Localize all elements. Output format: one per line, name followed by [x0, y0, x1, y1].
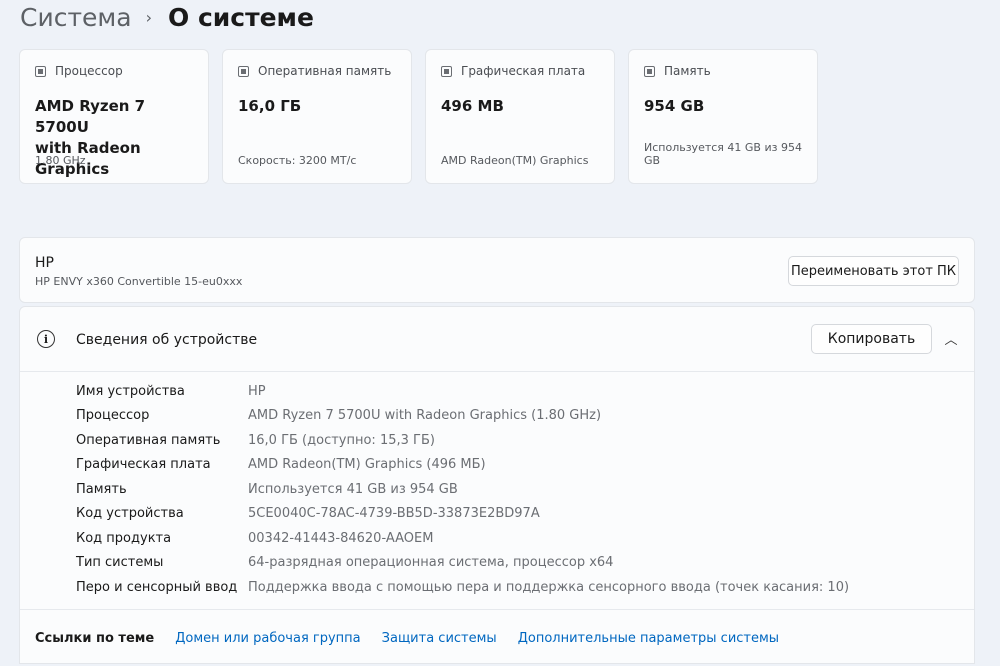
pc-model: HP ENVY x360 Convertible 15-eu0xxx — [35, 275, 243, 288]
card-subtext: Скорость: 3200 МТ/с — [238, 154, 357, 167]
storage-icon — [644, 65, 655, 77]
rename-pc-button[interactable]: Переименовать этот ПК — [788, 256, 959, 286]
spec-row: Имя устройства HP — [76, 379, 849, 404]
spec-row: Код продукта 00342-41443-84620-AAOEM — [76, 526, 849, 551]
spec-row: Тип системы 64-разрядная операционная сис… — [76, 551, 849, 576]
pc-name-panel: HP HP ENVY x360 Convertible 15-eu0xxx Пе… — [19, 237, 975, 303]
spec-key: Память — [76, 481, 127, 497]
spec-row: Процессор AMD Ryzen 7 5700U with Radeon G… — [76, 404, 849, 429]
spec-row: Код устройства 5CE0040C-78AC-4739-BB5D-33… — [76, 502, 849, 527]
info-icon: i — [37, 330, 55, 348]
card-value: 16,0 ГБ — [238, 97, 302, 115]
spec-row: Оперативная память 16,0 ГБ (доступно: 15,… — [76, 428, 849, 453]
spec-key: Оперативная память — [76, 432, 221, 448]
spec-key: Тип системы — [76, 555, 164, 571]
spec-key: Имя устройства — [76, 383, 185, 399]
domain-workgroup-link[interactable]: Домен или рабочая группа — [175, 631, 360, 646]
pc-name: HP — [35, 255, 54, 271]
memory-card: Оперативная память 16,0 ГБ Скорость: 320… — [222, 49, 412, 184]
device-specs-title: Сведения об устройстве — [76, 332, 258, 348]
card-label: Память — [664, 64, 711, 78]
spec-row: Графическая плата AMD Radeon(TM) Graphics… — [76, 453, 849, 478]
advanced-system-settings-link[interactable]: Дополнительные параметры системы — [518, 631, 779, 646]
spec-key: Графическая плата — [76, 457, 211, 473]
card-subtext: AMD Radeon(TM) Graphics — [441, 154, 589, 167]
spec-value: Используется 41 GB из 954 GB — [248, 481, 458, 497]
card-value: AMD Ryzen 7 5700U — [35, 97, 146, 136]
spec-key: Перо и сенсорный ввод — [76, 579, 238, 595]
spec-value: AMD Ryzen 7 5700U with Radeon Graphics (… — [248, 408, 602, 424]
gpu-icon — [441, 65, 452, 77]
spec-value: HP — [248, 383, 266, 399]
card-value: 496 MB — [441, 97, 504, 115]
card-label: Процессор — [55, 64, 123, 78]
processor-icon — [35, 65, 46, 77]
spec-value: 64-разрядная операционная система, проце… — [248, 555, 614, 571]
copy-button[interactable]: Копировать — [811, 324, 932, 354]
card-label: Графическая плата — [461, 64, 586, 78]
memory-icon — [238, 65, 249, 77]
page-title: О системе — [167, 2, 314, 32]
breadcrumb: Система › О системе — [20, 0, 314, 34]
spec-key: Процессор — [76, 408, 150, 424]
breadcrumb-chevron-icon: › — [145, 7, 152, 27]
processor-card: Процессор AMD Ryzen 7 5700U with Radeon G… — [19, 49, 209, 184]
card-value: 954 GB — [644, 97, 705, 115]
device-specs-header[interactable]: i Сведения об устройстве Копировать ︿ — [20, 307, 974, 372]
chevron-up-icon[interactable]: ︿ — [944, 331, 958, 348]
breadcrumb-parent[interactable]: Система — [20, 3, 132, 32]
spec-list: Имя устройства HP Процессор AMD Ryzen 7 57… — [76, 379, 849, 600]
spec-key: Код продукта — [76, 530, 172, 546]
related-links-label: Ссылки по теме — [35, 630, 155, 646]
device-specs-panel: i Сведения об устройстве Копировать ︿ Им… — [19, 306, 975, 664]
spec-value: 00342-41443-84620-AAOEM — [248, 530, 434, 546]
spec-value: 5CE0040C-78AC-4739-BB5D-33873E2BD97A — [248, 506, 540, 522]
card-subtext: Используется 41 GB из 954 GB — [644, 141, 802, 167]
spec-row: Память Используется 41 GB из 954 GB — [76, 477, 849, 502]
card-label: Оперативная память — [258, 64, 392, 78]
gpu-card: Графическая плата 496 MB AMD Radeon(TM) … — [425, 49, 615, 184]
related-links: Ссылки по теме Домен или рабочая группа … — [20, 609, 974, 666]
spec-value: Поддержка ввода с помощью пера и поддерж… — [248, 579, 850, 595]
spec-key: Код устройства — [76, 506, 184, 522]
system-protection-link[interactable]: Защита системы — [382, 631, 497, 646]
spec-row: Перо и сенсорный ввод Поддержка ввода с п… — [76, 575, 849, 600]
spec-value: AMD Radeon(TM) Graphics (496 МБ) — [248, 457, 486, 473]
storage-card: Память 954 GB Используется 41 GB из 954 … — [628, 49, 818, 184]
card-subtext: 1.80 GHz — [35, 154, 86, 167]
spec-value: 16,0 ГБ (доступно: 15,3 ГБ) — [248, 432, 435, 448]
